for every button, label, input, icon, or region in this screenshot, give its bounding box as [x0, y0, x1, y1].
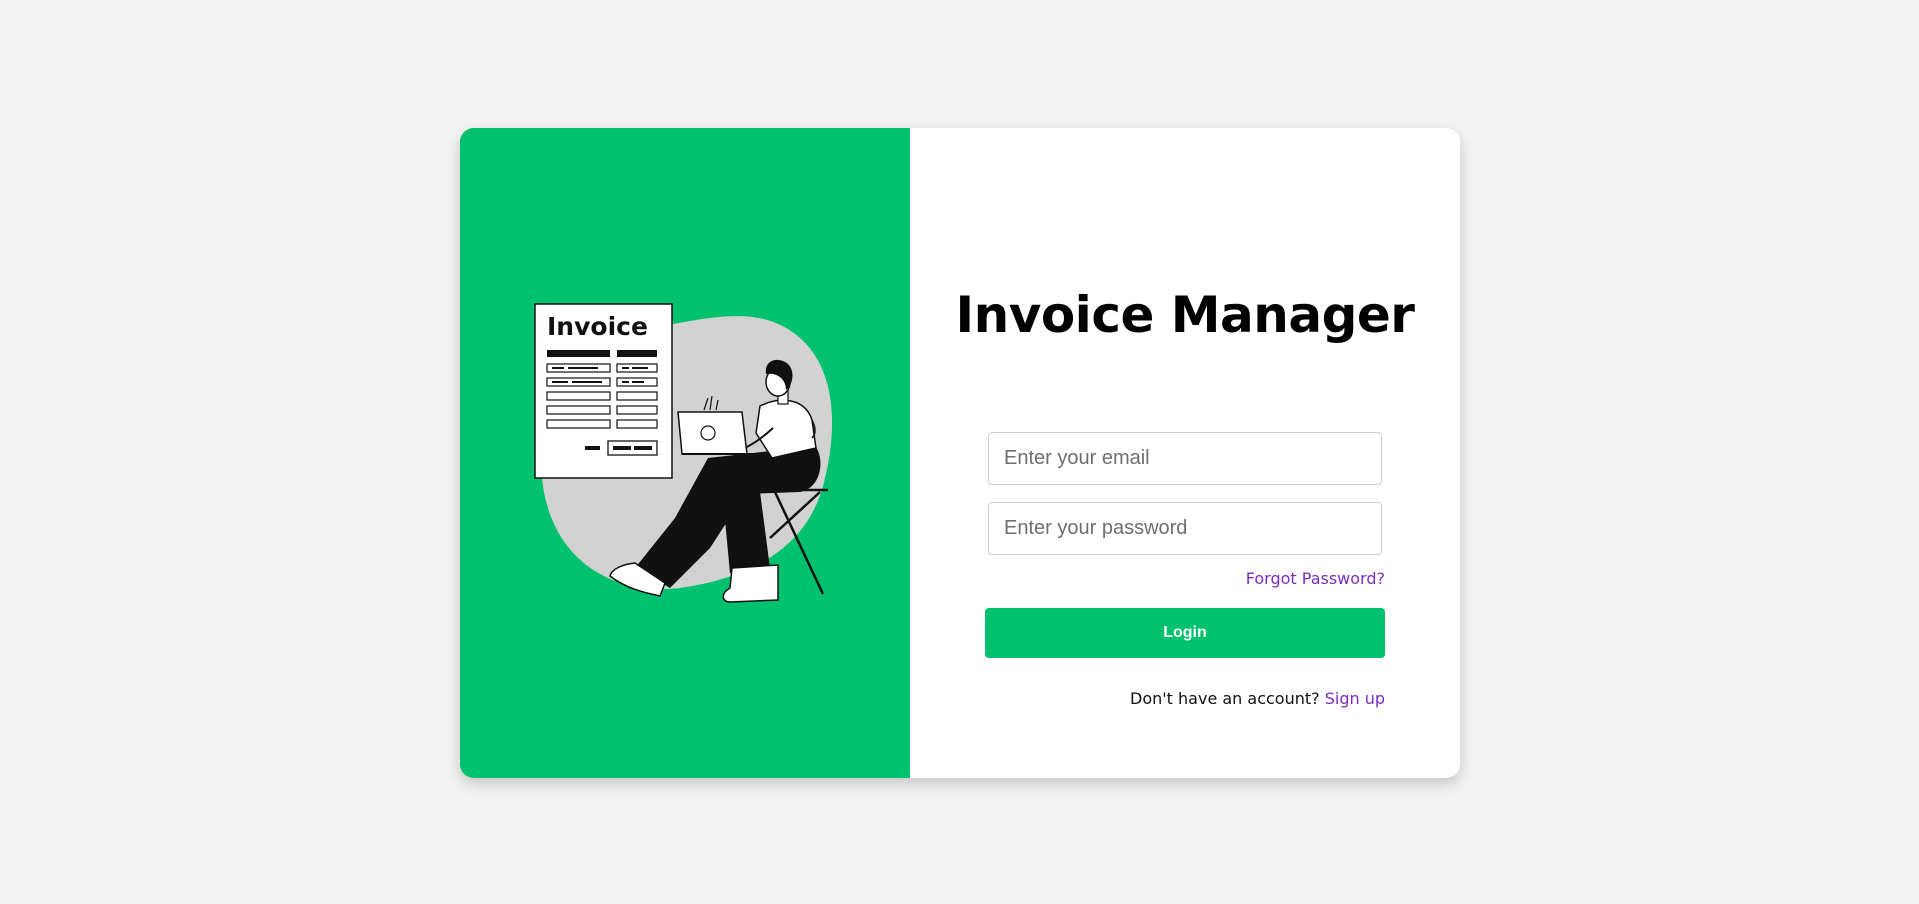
- invoice-illustration: Invoice: [460, 128, 910, 778]
- invoice-document: Invoice: [534, 303, 673, 479]
- login-form-panel: Invoice Manager Forgot Password? Login D…: [910, 128, 1460, 778]
- illustration-panel: Invoice: [460, 128, 910, 778]
- signup-prompt: Don't have an account?: [1130, 689, 1325, 708]
- login-button[interactable]: Login: [985, 608, 1385, 658]
- password-input[interactable]: [988, 502, 1382, 555]
- email-input[interactable]: [988, 432, 1382, 485]
- signup-link[interactable]: Sign up: [1325, 689, 1385, 708]
- login-card: Invoice Invoice Manager Enter your email…: [460, 128, 1460, 778]
- invoice-document-heading: Invoice: [547, 312, 648, 341]
- page-title: Invoice Manager: [955, 286, 1415, 344]
- forgot-password-link[interactable]: Forgot Password?: [1246, 569, 1385, 588]
- signup-row: Don't have an account? Sign up: [1130, 689, 1385, 708]
